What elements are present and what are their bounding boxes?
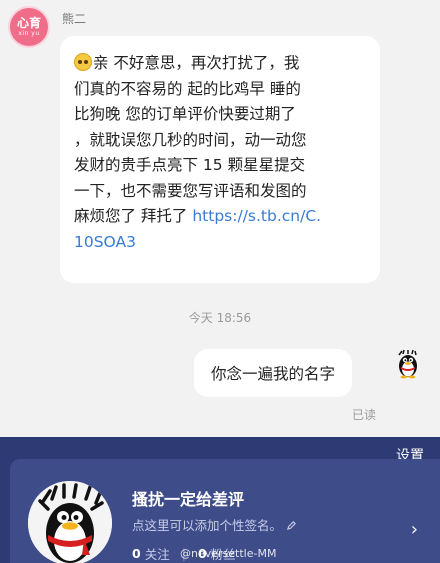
signature-text: 点这里可以添加个性签名。 [132,518,283,533]
outgoing-message-bubble[interactable]: 你念一遍我的名字 [194,349,352,397]
message-line: 麻烦您了 拜托了 [74,207,193,225]
message-link[interactable]: https://s.tb.cn/C. [192,207,321,225]
message-line: ，就耽误您几秒的时间，动一动您 [74,130,307,149]
read-status: 已读 [352,408,377,422]
message-line: 们真的不容易的 起的比鸡早 睡的 [74,79,301,98]
penguin-avatar-icon[interactable] [393,349,423,379]
profile-name: 搔扰一定给差评 [132,490,245,509]
pencil-icon [286,521,296,531]
chat-area: 心育 xin yu 熊二 亲 不好意思，再次打扰了，我 们真的不容易的 起的比鸡… [0,0,440,437]
following-count[interactable]: 0 [132,546,141,561]
contact-name: 熊二 [62,12,87,26]
contact-avatar[interactable]: 心育 xin yu [10,8,48,46]
watermark: @neversettle-MM [180,547,277,560]
message-line: 比狗晚 您的订单评价快要过期了 [74,105,296,123]
message-link-continued[interactable]: 10SOA3 [74,233,136,251]
message-line: 亲 不好意思，再次打扰了，我 [93,54,300,72]
chevron-right-icon[interactable]: › [411,519,418,540]
message-line: 一下，也不需要您写评语和发图的 [74,181,307,200]
profile-panel: 设置 搔扰一定给差评 点这里可以添加个性签名。 0 关注 | 0 粉丝 › [0,437,440,563]
contact-avatar-sub: xin yu [18,30,40,37]
message-timestamp: 今天 18:56 [188,311,252,325]
penguin-avatar-icon [28,481,112,563]
profile-avatar[interactable] [28,481,112,563]
profile-signature[interactable]: 点这里可以添加个性签名。 [132,515,297,534]
message-line: 发财的贵手点亮下 15 颗星星提交 [74,156,306,174]
incoming-message-bubble[interactable]: 亲 不好意思，再次打扰了，我 们真的不容易的 起的比鸡早 睡的 比狗晚 您的订单… [60,36,380,283]
outgoing-message-text: 你念一遍我的名字 [210,365,335,383]
following-label[interactable]: 关注 [145,544,170,563]
emoji-icon [74,53,92,71]
contact-avatar-logo: 心育 [16,16,41,30]
